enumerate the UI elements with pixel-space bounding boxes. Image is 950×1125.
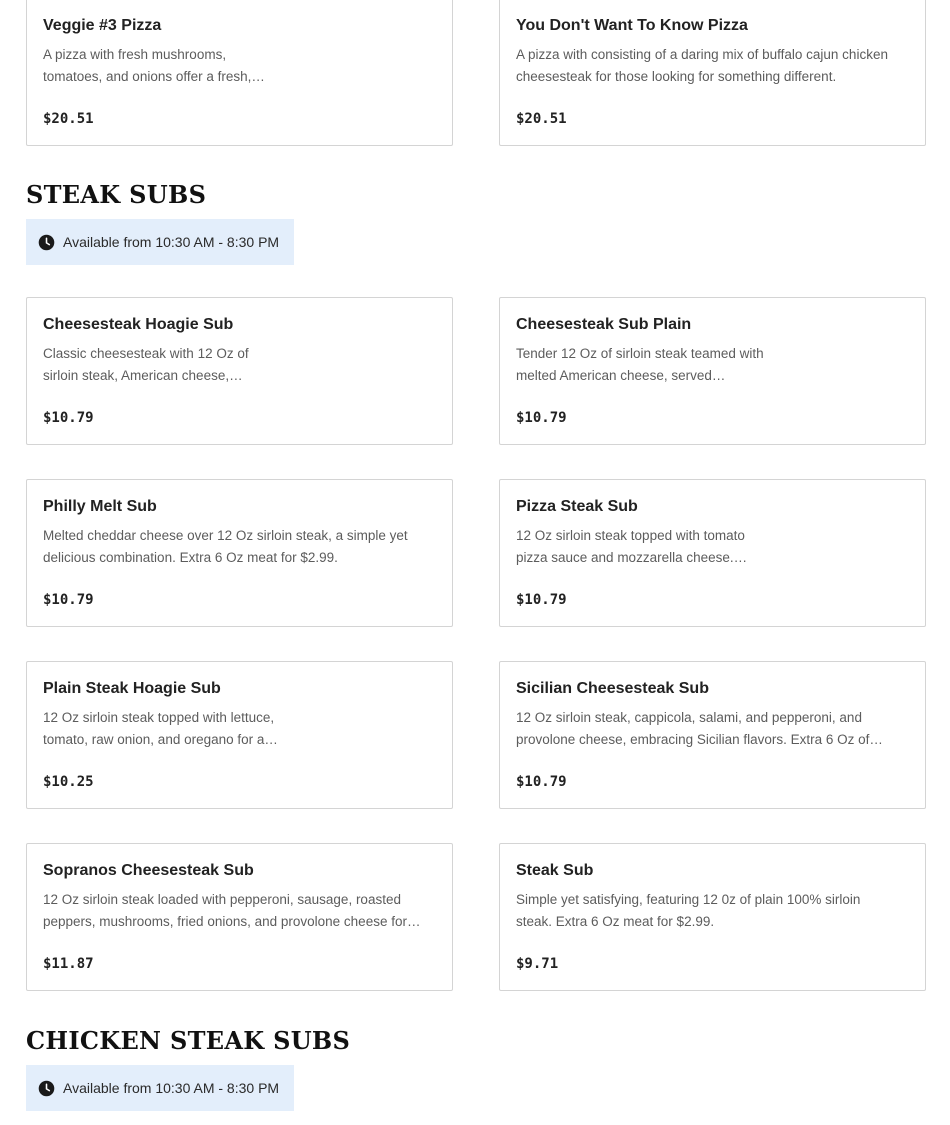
item-price: $10.79 xyxy=(43,410,94,426)
item-description: Simple yet satisfying, featuring 12 0z o… xyxy=(516,892,861,929)
menu-item-card[interactable]: Cheesesteak Sub Plain Tender 12 Oz of si… xyxy=(499,297,926,445)
item-name: Cheesesteak Sub Plain xyxy=(516,316,692,333)
item-description: 12 Oz sirloin steak, cappicola, salami, … xyxy=(516,710,883,747)
availability-badge: Available from 10:30 AM - 8:30 PM xyxy=(26,219,294,265)
item-description: Melted cheddar cheese over 12 Oz sirloin… xyxy=(43,528,408,565)
menu-item-card[interactable]: Veggie #3 Pizza A pizza with fresh mushr… xyxy=(26,0,453,146)
availability-text: Available from 10:30 AM - 8:30 PM xyxy=(63,1080,280,1096)
item-name: Sopranos Cheesesteak Sub xyxy=(43,862,254,879)
menu-item-card[interactable]: Plain Steak Hoagie Sub 12 Oz sirloin ste… xyxy=(26,661,453,809)
item-name: Cheesesteak Hoagie Sub xyxy=(43,316,234,333)
item-price: $10.79 xyxy=(43,592,94,608)
availability-badge: Available from 10:30 AM - 8:30 PM xyxy=(26,1065,294,1111)
item-name: Steak Sub xyxy=(516,862,594,879)
item-name: Philly Melt Sub xyxy=(43,498,157,515)
menu-item-card[interactable]: You Don't Want To Know Pizza A pizza wit… xyxy=(499,0,926,146)
menu-item-card[interactable]: Sopranos Cheesesteak Sub 12 Oz sirloin s… xyxy=(26,843,453,991)
menu-item-card[interactable]: Philly Melt Sub Melted cheddar cheese ov… xyxy=(26,479,453,627)
item-price: $9.71 xyxy=(516,956,559,972)
item-price: $10.25 xyxy=(43,774,94,790)
item-description: 12 Oz sirloin steak loaded with pepperon… xyxy=(43,892,421,929)
item-name: You Don't Want To Know Pizza xyxy=(516,17,748,34)
menu-item-card[interactable]: Steak Sub Simple yet satisfying, featuri… xyxy=(499,843,926,991)
item-description: 12 Oz sirloin steak topped with lettuce,… xyxy=(43,710,278,747)
menu-item-card[interactable]: Pizza Steak Sub 12 Oz sirloin steak topp… xyxy=(499,479,926,627)
item-price: $11.87 xyxy=(43,956,94,972)
item-description: A pizza with fresh mushrooms, tomatoes, … xyxy=(43,47,265,84)
item-name: Veggie #3 Pizza xyxy=(43,17,162,34)
menu-item-card[interactable]: Cheesesteak Hoagie Sub Classic cheeseste… xyxy=(26,297,453,445)
availability-text: Available from 10:30 AM - 8:30 PM xyxy=(63,234,280,250)
section-title-chicken-steak-subs: CHICKEN STEAK SUBS xyxy=(26,1026,351,1055)
section-title-steak-subs: STEAK SUBS xyxy=(26,180,207,209)
item-price: $20.51 xyxy=(516,111,567,127)
item-price: $10.79 xyxy=(516,410,567,426)
item-name: Plain Steak Hoagie Sub xyxy=(43,680,221,697)
item-description: 12 Oz sirloin steak topped with tomato p… xyxy=(516,528,748,565)
item-name: Sicilian Cheesesteak Sub xyxy=(516,680,709,697)
item-description: A pizza with consisting of a daring mix … xyxy=(516,47,888,84)
menu-item-card[interactable]: Sicilian Cheesesteak Sub 12 Oz sirloin s… xyxy=(499,661,926,809)
item-price: $20.51 xyxy=(43,111,94,127)
clock-icon xyxy=(38,1080,55,1097)
item-description: Tender 12 Oz of sirloin steak teamed wit… xyxy=(516,346,764,383)
clock-icon xyxy=(38,234,55,251)
item-name: Pizza Steak Sub xyxy=(516,498,638,515)
item-price: $10.79 xyxy=(516,774,567,790)
item-description: Classic cheesesteak with 12 Oz of sirloi… xyxy=(43,346,249,383)
item-price: $10.79 xyxy=(516,592,567,608)
